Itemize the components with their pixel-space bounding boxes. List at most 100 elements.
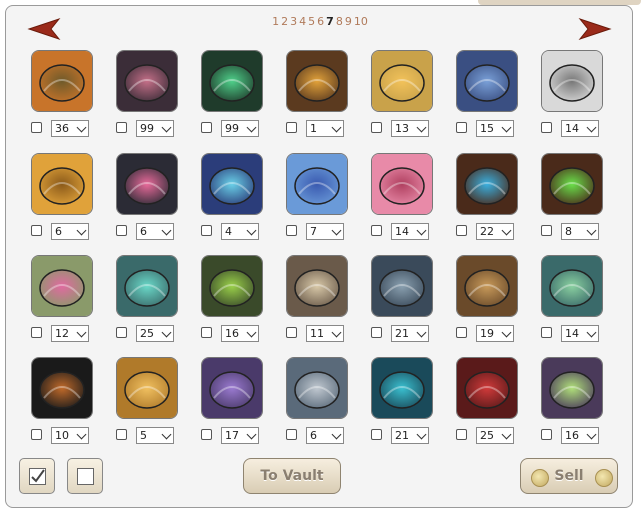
item-checkbox[interactable] <box>371 225 382 236</box>
grey-wings-icon[interactable] <box>541 50 603 112</box>
sell-button[interactable]: Sell <box>520 458 618 494</box>
item-checkbox[interactable] <box>541 225 552 236</box>
item-checkbox[interactable] <box>456 122 467 133</box>
quantity-select[interactable]: 99 <box>221 120 259 137</box>
item-checkbox[interactable] <box>201 122 212 133</box>
quantity-select[interactable]: 5 <box>136 427 174 444</box>
gold-bar-icon[interactable] <box>371 50 433 112</box>
green-crystal-icon[interactable] <box>541 357 603 419</box>
item-checkbox[interactable] <box>116 122 127 133</box>
chevron-down-icon <box>416 429 427 440</box>
golden-leaves-icon[interactable] <box>31 153 93 215</box>
quantity-select[interactable]: 16 <box>561 427 599 444</box>
deselect-all-button[interactable] <box>67 458 103 494</box>
autumn-leaves-icon[interactable] <box>31 50 93 112</box>
gold-horn-helm-icon[interactable] <box>116 357 178 419</box>
item-checkbox[interactable] <box>286 429 297 440</box>
item-checkbox[interactable] <box>456 429 467 440</box>
quantity-value: 5 <box>140 429 147 442</box>
quantity-select[interactable]: 6 <box>51 223 89 240</box>
chevron-down-icon <box>586 327 597 338</box>
to-vault-button[interactable]: To Vault <box>243 458 341 494</box>
quantity-select[interactable]: 6 <box>136 223 174 240</box>
quantity-select[interactable]: 8 <box>561 223 599 240</box>
item-checkbox[interactable] <box>541 122 552 133</box>
green-ribbon-icon[interactable] <box>201 50 263 112</box>
item-checkbox[interactable] <box>286 327 297 338</box>
item-checkbox[interactable] <box>116 429 127 440</box>
chevron-down-icon <box>331 122 342 133</box>
quantity-select[interactable]: 14 <box>391 223 429 240</box>
item-checkbox[interactable] <box>31 327 42 338</box>
quantity-select[interactable]: 14 <box>561 325 599 342</box>
item-checkbox[interactable] <box>31 429 42 440</box>
green-armor-icon[interactable] <box>541 255 603 317</box>
item-checkbox[interactable] <box>286 122 297 133</box>
chevron-down-icon <box>161 327 172 338</box>
green-potion-icon[interactable] <box>541 153 603 215</box>
item-checkbox[interactable] <box>286 225 297 236</box>
chevron-down-icon <box>501 122 512 133</box>
teal-coral-horns-icon[interactable] <box>116 255 178 317</box>
select-all-button[interactable] <box>19 458 55 494</box>
item-checkbox[interactable] <box>31 122 42 133</box>
quantity-select[interactable]: 99 <box>136 120 174 137</box>
pink-coral-horns-icon[interactable] <box>31 255 93 317</box>
quantity-select[interactable]: 36 <box>51 120 89 137</box>
chevron-down-icon <box>501 429 512 440</box>
item-checkbox[interactable] <box>201 327 212 338</box>
item-checkbox[interactable] <box>371 327 382 338</box>
quantity-select[interactable]: 13 <box>391 120 429 137</box>
quantity-select[interactable]: 6 <box>306 427 344 444</box>
red-mech-armor-icon[interactable] <box>456 357 518 419</box>
item-checkbox[interactable] <box>371 122 382 133</box>
brown-stone-icon[interactable] <box>286 255 348 317</box>
quantity-select[interactable]: 17 <box>221 427 259 444</box>
quantity-select[interactable]: 22 <box>476 223 514 240</box>
item-checkbox[interactable] <box>541 327 552 338</box>
quantity-select[interactable]: 21 <box>391 427 429 444</box>
quantity-select[interactable]: 7 <box>306 223 344 240</box>
dark-tail-ribbon-icon[interactable] <box>116 50 178 112</box>
silver-mech-helm-icon[interactable] <box>286 357 348 419</box>
sell-label: Sell <box>554 468 584 484</box>
quantity-select[interactable]: 1 <box>306 120 344 137</box>
grey-bracers-icon[interactable] <box>371 255 433 317</box>
bronze-bracers-icon[interactable] <box>456 255 518 317</box>
inventory-item: 1 <box>282 50 362 145</box>
item-checkbox[interactable] <box>456 225 467 236</box>
blue-potion-icon[interactable] <box>456 153 518 215</box>
item-checkbox[interactable] <box>116 327 127 338</box>
item-checkbox[interactable] <box>201 429 212 440</box>
quantity-select[interactable]: 25 <box>476 427 514 444</box>
quantity-select[interactable]: 4 <box>221 223 259 240</box>
inventory-item: 6 <box>27 153 107 248</box>
quantity-select[interactable]: 15 <box>476 120 514 137</box>
black-horn-helm-icon[interactable] <box>31 357 93 419</box>
tortoise-shell-icon[interactable] <box>286 50 348 112</box>
item-checkbox[interactable] <box>116 225 127 236</box>
item-checkbox[interactable] <box>541 429 552 440</box>
quantity-select[interactable]: 16 <box>221 325 259 342</box>
chevron-down-icon <box>246 225 257 236</box>
blue-bar-icon[interactable] <box>456 50 518 112</box>
black-swirl-tail-icon[interactable] <box>116 153 178 215</box>
purple-mech-helm-icon[interactable] <box>201 357 263 419</box>
pink-feathers-icon[interactable] <box>371 153 433 215</box>
item-checkbox[interactable] <box>201 225 212 236</box>
quantity-select[interactable]: 19 <box>476 325 514 342</box>
blue-feathers-icon[interactable] <box>286 153 348 215</box>
quantity-select[interactable]: 12 <box>51 325 89 342</box>
quantity-select[interactable]: 11 <box>306 325 344 342</box>
chevron-down-icon <box>76 429 87 440</box>
blue-swirl-tail-icon[interactable] <box>201 153 263 215</box>
quantity-select[interactable]: 25 <box>136 325 174 342</box>
quantity-select[interactable]: 21 <box>391 325 429 342</box>
teal-mech-armor-icon[interactable] <box>371 357 433 419</box>
item-checkbox[interactable] <box>371 429 382 440</box>
quantity-select[interactable]: 10 <box>51 427 89 444</box>
quantity-select[interactable]: 14 <box>561 120 599 137</box>
item-checkbox[interactable] <box>31 225 42 236</box>
item-checkbox[interactable] <box>456 327 467 338</box>
green-stone-icon[interactable] <box>201 255 263 317</box>
